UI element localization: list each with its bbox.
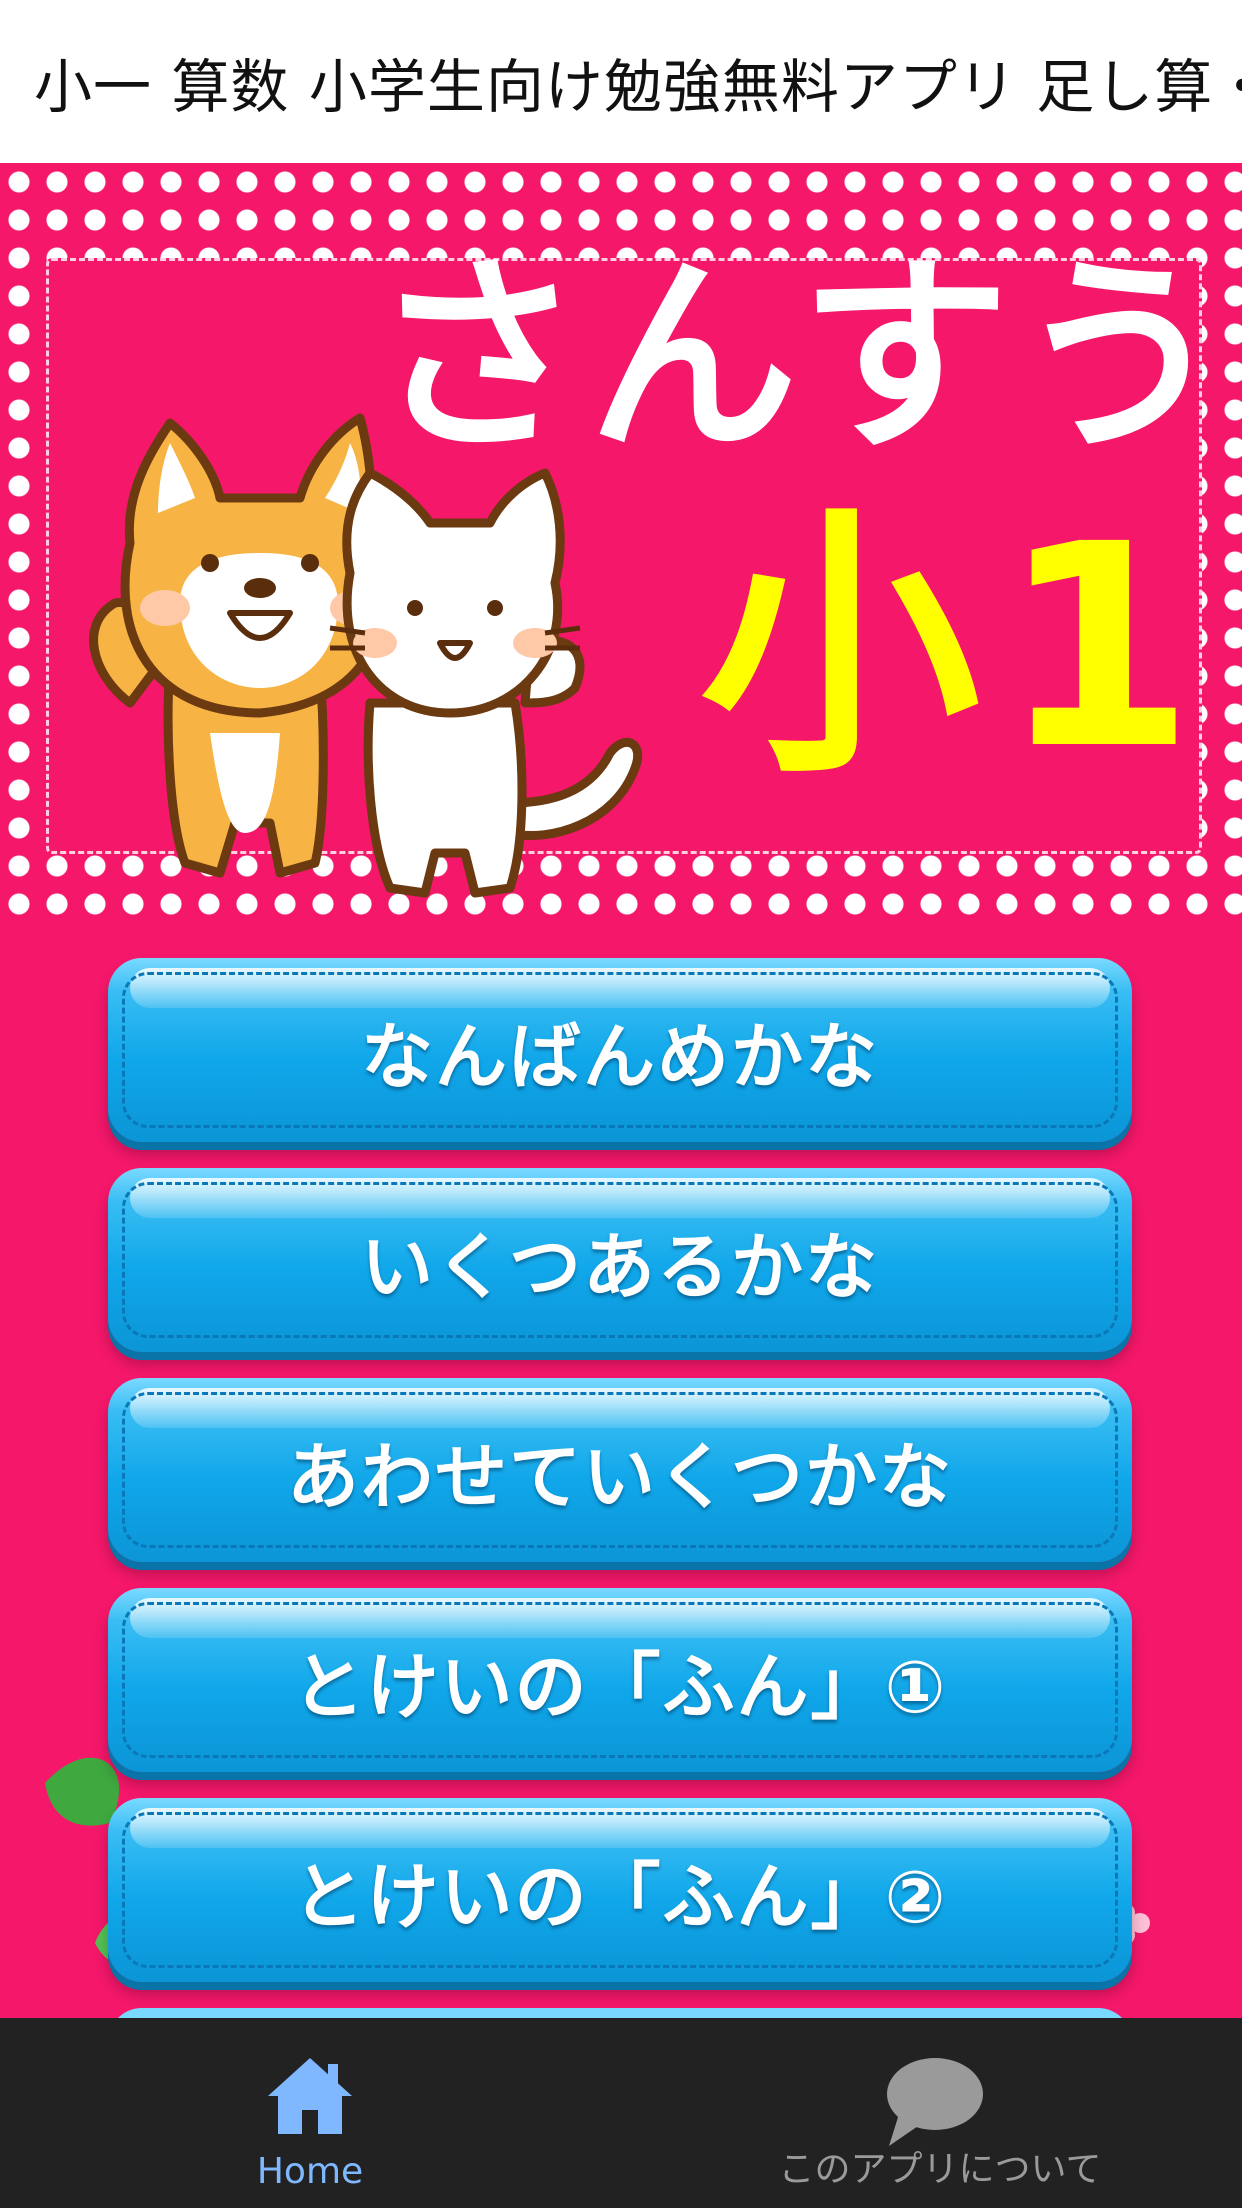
home-icon: [268, 2058, 352, 2134]
dog-and-cat-mascots: [89, 413, 643, 898]
app-title-bar: 小一 算数 小学生向け勉強無料アプリ 足し算・: [0, 0, 1242, 163]
tab-about-label: このアプリについて: [778, 2149, 1102, 2190]
tab-home-label: Home: [256, 2151, 364, 2192]
white-cat-illustration: [329, 468, 643, 898]
speech-bubble-icon: [887, 2058, 983, 2146]
tab-about-app[interactable]: このアプリについて: [740, 2018, 1140, 2208]
menu-button-partial[interactable]: [108, 2008, 1132, 2018]
menu-button-tokei-fun-2[interactable]: とけいの「ふん」②: [108, 1798, 1132, 1982]
menu-button-nanbanme[interactable]: なんばんめかな: [108, 958, 1132, 1142]
menu-button-tokei-fun-1[interactable]: とけいの「ふん」①: [108, 1588, 1132, 1772]
menu-button-awasete[interactable]: あわせていくつかな: [108, 1378, 1132, 1562]
tab-home[interactable]: Home: [215, 2018, 405, 2208]
menu-button-ikutsu[interactable]: いくつあるかな: [108, 1168, 1132, 1352]
menu-button-label: とけいの「ふん」①: [292, 1644, 948, 1729]
menu-button-label: とけいの「ふん」②: [292, 1854, 948, 1939]
menu-button-label: なんばんめかな: [360, 1014, 879, 1099]
app-title: 小一 算数 小学生向け勉強無料アプリ 足し算・: [34, 53, 1242, 121]
grade-label: 小1: [700, 485, 1215, 811]
menu-button-label: あわせていくつかな: [286, 1434, 953, 1519]
bottom-tab-bar: Home このアプリについて: [0, 2018, 1242, 2208]
main-content: さんすう 小1 なんばんめかな いくつあるかな あわせていくつかな とけいの「ふ…: [0, 163, 1242, 2018]
menu-button-label: いくつあるかな: [360, 1224, 879, 1309]
